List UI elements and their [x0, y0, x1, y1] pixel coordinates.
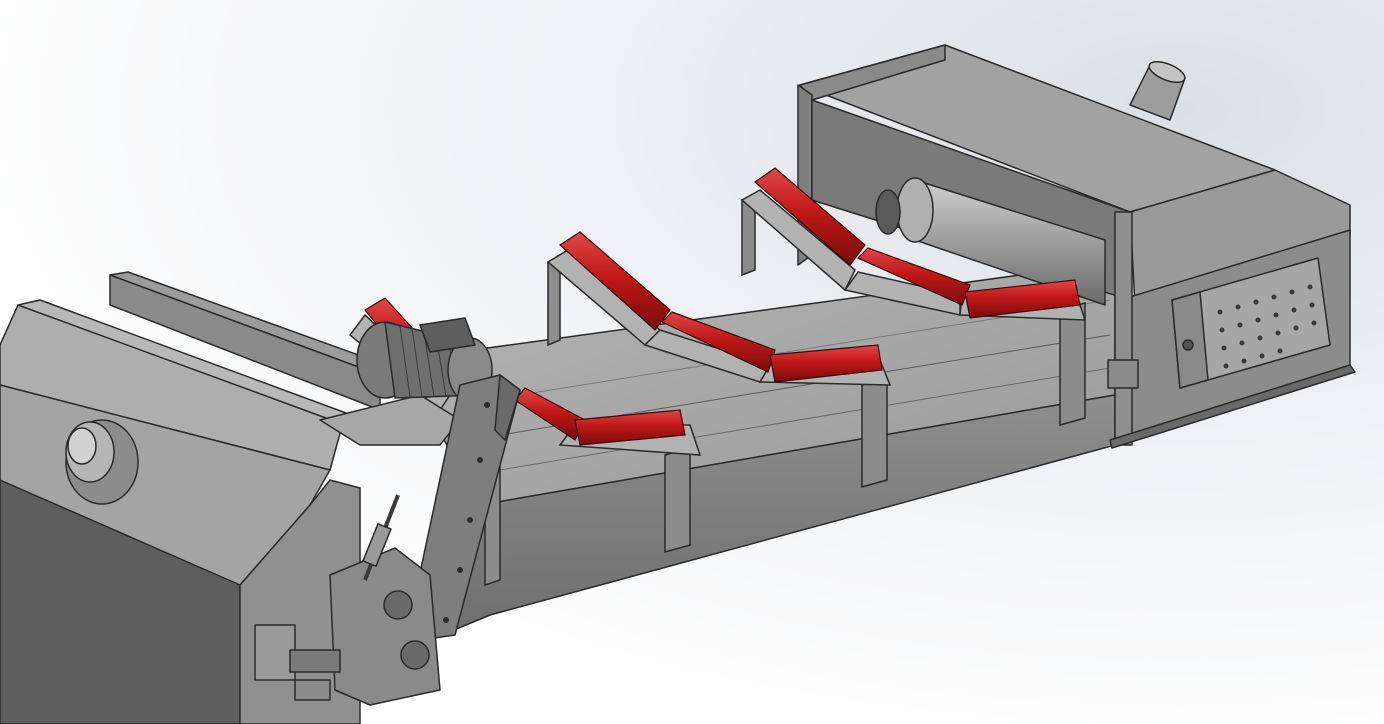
inlet-port	[65, 419, 139, 505]
conveyor-trough	[399, 261, 1116, 641]
cad-viewport	[0, 0, 1384, 724]
vent-pipe	[1129, 60, 1186, 121]
gearbox	[329, 547, 441, 706]
conveyor-model	[0, 44, 1356, 724]
terminal-box	[419, 317, 476, 353]
housing-latch	[1107, 359, 1139, 389]
